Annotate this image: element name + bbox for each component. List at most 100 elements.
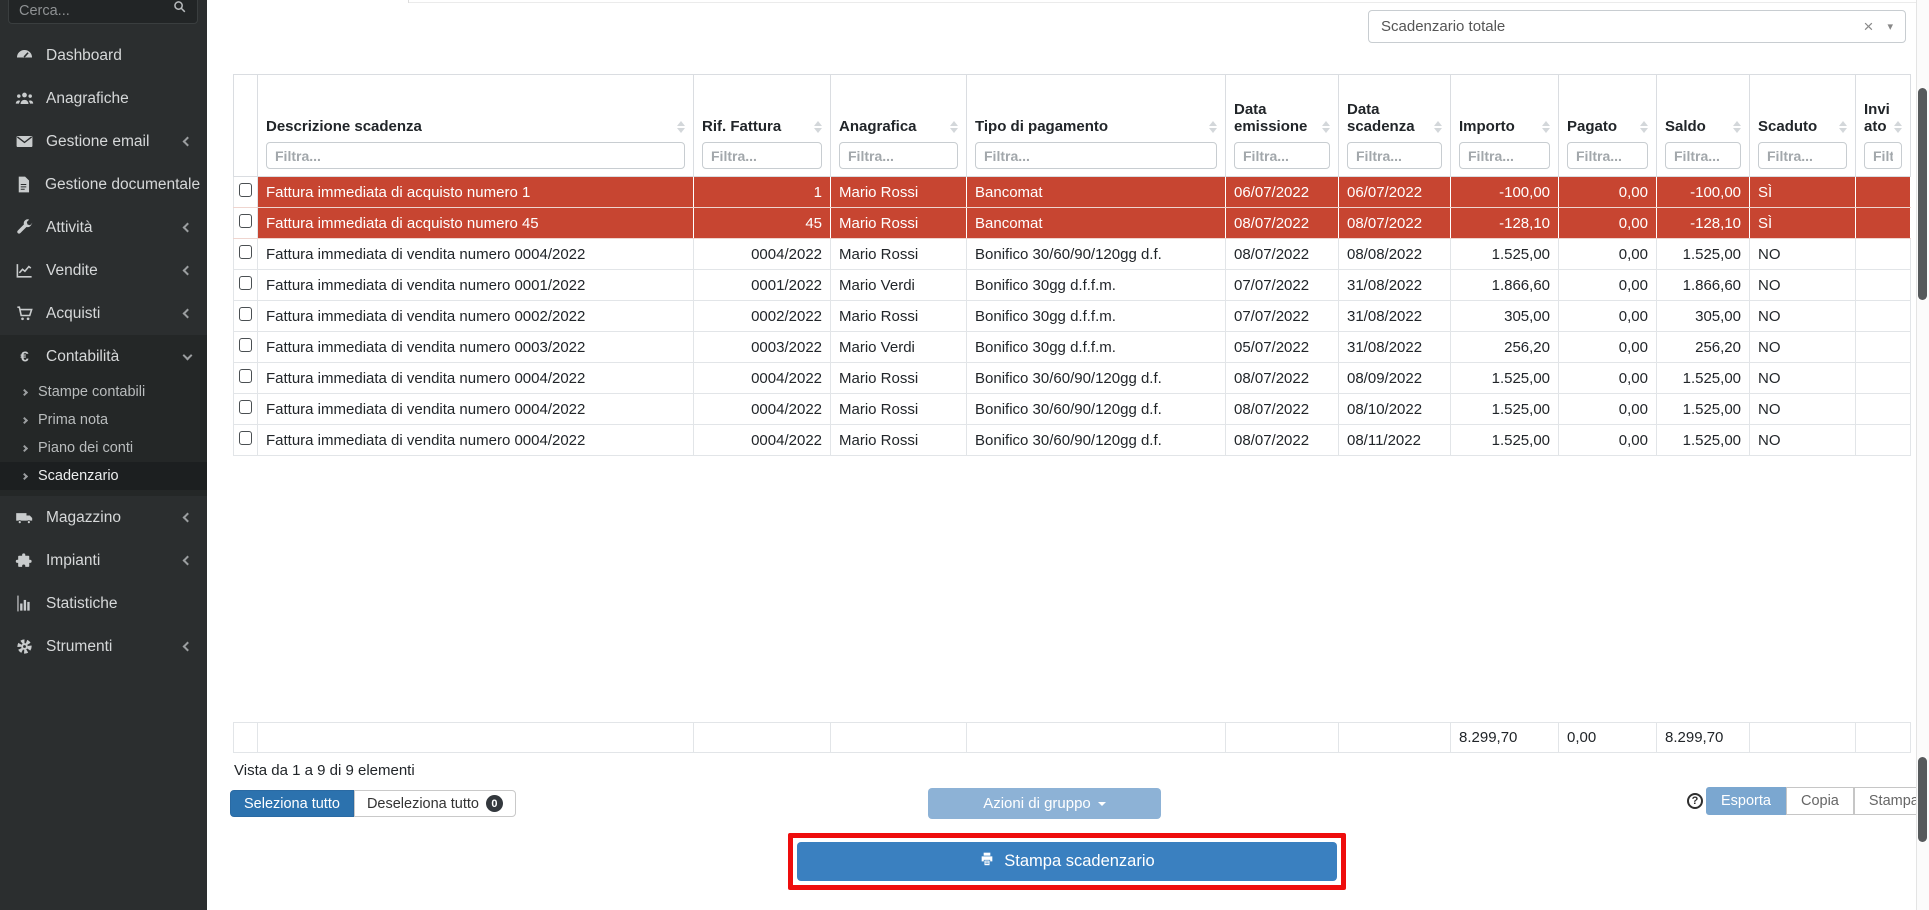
- column-header-importo[interactable]: Importo: [1451, 75, 1559, 177]
- totals-row-wrap: 8.299,700,008.299,70: [233, 722, 1911, 753]
- chevron-left-icon: [183, 223, 193, 233]
- cell-anagrafica: Mario Rossi: [831, 363, 967, 394]
- users-icon: [14, 89, 34, 109]
- cell-inviato: [1856, 270, 1911, 301]
- sidebar-nav: Dashboard Anagrafiche Gestione email Ges…: [0, 34, 207, 668]
- sidebar-item-anagrafiche[interactable]: Anagrafiche: [0, 77, 207, 120]
- sidebar-item-acquisti[interactable]: Acquisti: [0, 292, 207, 335]
- sidebar-item-dashboard[interactable]: Dashboard: [0, 34, 207, 77]
- column-header-data_scadenza[interactable]: Data scadenza: [1339, 75, 1451, 177]
- sidebar-item-label: Impianti: [46, 552, 172, 570]
- table-row[interactable]: Fattura immediata di vendita numero 0004…: [234, 394, 1911, 425]
- cell-descrizione: Fattura immediata di vendita numero 0001…: [258, 270, 694, 301]
- help-icon[interactable]: ?: [1687, 793, 1703, 809]
- cell-importo: 1.525,00: [1451, 363, 1559, 394]
- row-checkbox[interactable]: [239, 400, 252, 414]
- filter-input-anagrafica[interactable]: [839, 142, 958, 169]
- table-row[interactable]: Fattura immediata di vendita numero 0003…: [234, 332, 1911, 363]
- sub-item-label: Prima nota: [38, 412, 108, 428]
- sidebar-item-prima-nota[interactable]: Prima nota: [0, 406, 207, 434]
- group-actions-button[interactable]: Azioni di gruppo: [928, 788, 1161, 819]
- column-header-saldo[interactable]: Saldo: [1657, 75, 1750, 177]
- cell-data_scadenza: 08/07/2022: [1339, 208, 1451, 239]
- export-button[interactable]: Esporta: [1706, 787, 1786, 815]
- filter-input-inviato[interactable]: [1864, 142, 1902, 169]
- sidebar-item-attivita[interactable]: Attività: [0, 206, 207, 249]
- table-row[interactable]: Fattura immediata di vendita numero 0004…: [234, 363, 1911, 394]
- filter-input-importo[interactable]: [1459, 142, 1550, 169]
- filter-input-saldo[interactable]: [1665, 142, 1741, 169]
- selection-button-group: Seleziona tutto Deseleziona tutto 0: [230, 790, 516, 817]
- column-header-tipo_pagamento[interactable]: Tipo di pagamento: [967, 75, 1226, 177]
- deselect-all-button[interactable]: Deseleziona tutto 0: [354, 790, 516, 817]
- filter-input-data_scadenza[interactable]: [1347, 142, 1442, 169]
- sidebar-item-stampe-contabili[interactable]: Stampe contabili: [0, 378, 207, 406]
- row-checkbox[interactable]: [239, 338, 252, 352]
- table-row[interactable]: Fattura immediata di vendita numero 0001…: [234, 270, 1911, 301]
- cell-tipo_pagamento: Bonifico 30gg d.f.f.m.: [967, 270, 1226, 301]
- scadenzario-filter-select[interactable]: Scadenzario totale × ▾: [1368, 10, 1906, 43]
- stampa-scadenzario-button[interactable]: Stampa scadenzario: [797, 842, 1337, 881]
- sidebar-search-input[interactable]: Cerca...: [8, 0, 198, 24]
- total-empty-cell: [1339, 723, 1451, 753]
- row-checkbox[interactable]: [239, 214, 252, 228]
- sidebar-item-strumenti[interactable]: Strumenti: [0, 625, 207, 668]
- sidebar-item-impianti[interactable]: Impianti: [0, 539, 207, 582]
- envelope-icon: [14, 132, 34, 152]
- vertical-scrollbar[interactable]: [1916, 0, 1929, 910]
- table-row[interactable]: Fattura immediata di acquisto numero 11M…: [234, 177, 1911, 208]
- sidebar-item-piano-dei-conti[interactable]: Piano dei conti: [0, 434, 207, 462]
- scadenze-table-wrap: Descrizione scadenzaRif. FatturaAnagrafi…: [233, 74, 1911, 456]
- sidebar-item-gestione-email[interactable]: Gestione email: [0, 120, 207, 163]
- table-row[interactable]: Fattura immediata di vendita numero 0004…: [234, 425, 1911, 456]
- column-header-descrizione[interactable]: Descrizione scadenza: [258, 75, 694, 177]
- column-header-rif_fattura[interactable]: Rif. Fattura: [694, 75, 831, 177]
- table-row[interactable]: Fattura immediata di vendita numero 0002…: [234, 301, 1911, 332]
- sidebar-item-scadenzario[interactable]: Scadenzario: [0, 462, 207, 490]
- cell-data_emissione: 06/07/2022: [1226, 177, 1339, 208]
- column-header-scaduto[interactable]: Scaduto: [1750, 75, 1856, 177]
- row-checkbox[interactable]: [239, 276, 252, 290]
- sort-caret-icon: [950, 121, 958, 133]
- sidebar-item-statistiche[interactable]: Statistiche: [0, 582, 207, 625]
- column-title: Tipo di pagamento: [975, 118, 1205, 135]
- column-header-data_emissione[interactable]: Data emissione: [1226, 75, 1339, 177]
- sidebar-item-magazzino[interactable]: Magazzino: [0, 496, 207, 539]
- sort-caret-icon: [1209, 121, 1217, 133]
- cell-rif_fattura: 0002/2022: [694, 301, 831, 332]
- column-header-pagato[interactable]: Pagato: [1559, 75, 1657, 177]
- table-row[interactable]: Fattura immediata di vendita numero 0004…: [234, 239, 1911, 270]
- sort-caret-icon: [1733, 121, 1741, 133]
- cell-descrizione: Fattura immediata di vendita numero 0004…: [258, 239, 694, 270]
- filter-input-rif_fattura[interactable]: [702, 142, 822, 169]
- filter-input-scaduto[interactable]: [1758, 142, 1847, 169]
- cell-data_emissione: 08/07/2022: [1226, 208, 1339, 239]
- copy-button[interactable]: Copia: [1786, 787, 1854, 815]
- filter-input-descrizione[interactable]: [266, 142, 685, 169]
- scrollbar-thumb[interactable]: [1918, 88, 1927, 300]
- table-row[interactable]: Fattura immediata di acquisto numero 454…: [234, 208, 1911, 239]
- row-checkbox[interactable]: [239, 369, 252, 383]
- row-checkbox[interactable]: [239, 245, 252, 259]
- sidebar-item-vendite[interactable]: Vendite: [0, 249, 207, 292]
- cell-importo: 256,20: [1451, 332, 1559, 363]
- filter-input-tipo_pagamento[interactable]: [975, 142, 1217, 169]
- row-select-cell: [234, 177, 258, 208]
- row-checkbox[interactable]: [239, 431, 252, 445]
- sidebar-item-contabilita[interactable]: € Contabilità: [0, 335, 207, 378]
- row-checkbox[interactable]: [239, 183, 252, 197]
- sidebar-item-gestione-documentale[interactable]: Gestione documentale: [0, 163, 207, 206]
- cell-saldo: 256,20: [1657, 332, 1750, 363]
- filter-input-pagato[interactable]: [1567, 142, 1648, 169]
- scrollbar-thumb[interactable]: [1918, 757, 1927, 842]
- chevron-down-icon: [183, 350, 193, 360]
- select-all-button[interactable]: Seleziona tutto: [230, 790, 354, 817]
- filter-input-data_emissione[interactable]: [1234, 142, 1330, 169]
- column-title: Pagato: [1567, 118, 1636, 135]
- column-header-anagrafica[interactable]: Anagrafica: [831, 75, 967, 177]
- cell-anagrafica: Mario Rossi: [831, 301, 967, 332]
- dropdown-caret-icon[interactable]: ▾: [1887, 20, 1893, 33]
- row-checkbox[interactable]: [239, 307, 252, 321]
- column-header-inviato[interactable]: Inviato: [1856, 75, 1911, 177]
- clear-selection-icon[interactable]: ×: [1850, 18, 1888, 35]
